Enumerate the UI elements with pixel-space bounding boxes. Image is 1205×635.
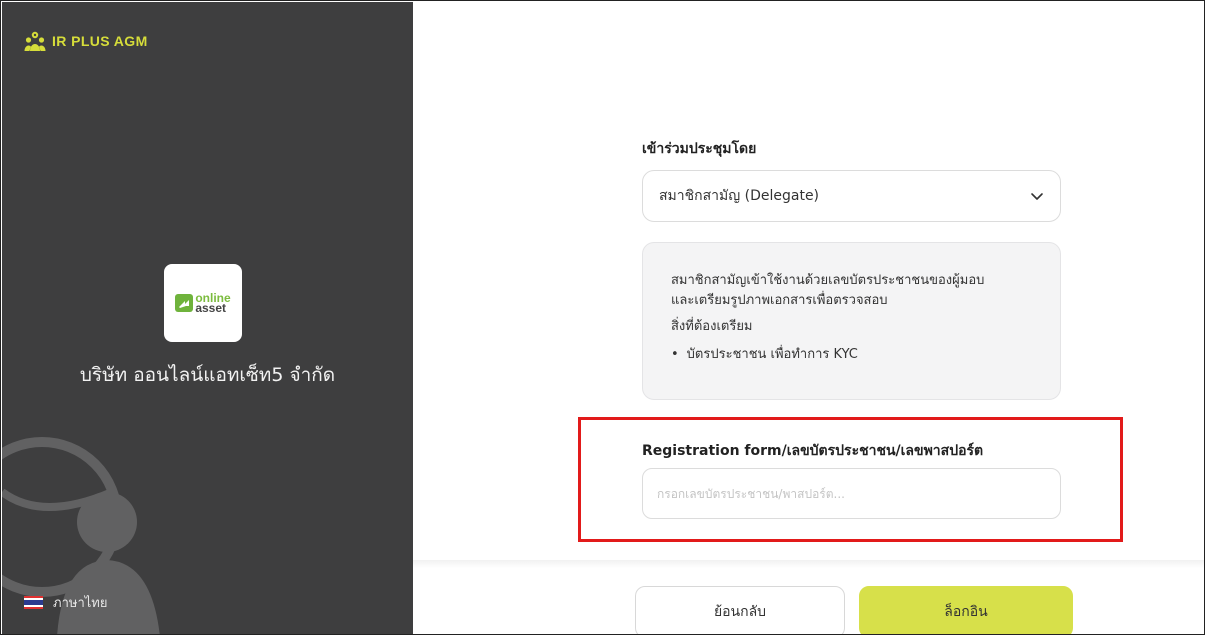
chevron-down-icon [1031,193,1043,200]
info-line-1: สมาชิกสามัญเข้าใช้งานด้วยเลขบัตรประชาชนข… [671,273,985,288]
language-switcher[interactable]: ภาษาไทย [24,592,107,613]
thai-flag-icon [24,595,43,610]
info-panel: สมาชิกสามัญเข้าใช้งานด้วยเลขบัตรประชาชนข… [642,242,1061,400]
info-bullet: • บัตรประชาชน เพื่อทำการ KYC [671,345,1032,365]
brand: IR PLUS AGM [24,30,148,52]
company-name: บริษัท ออนไลน์แอทเซ็ท5 จำกัด [79,364,336,386]
info-line-2: และเตรียมรูปภาพเอกสารเพื่อตรวจสอบ [671,293,888,308]
back-button[interactable]: ย้อนกลับ [635,586,845,634]
bullet-dot-icon: • [671,347,679,362]
attend-type-value: สมาชิกสามัญ (Delegate) [659,188,820,204]
login-button[interactable]: ล็อกอิน [859,586,1073,634]
logo-word-asset: asset [195,301,227,315]
main-panel: เข้าร่วมประชุมโดย สมาชิกสามัญ (Delegate)… [413,2,1204,634]
arrow-logo-icon [175,294,194,312]
info-bullet-text: บัตรประชาชน เพื่อทำการ KYC [686,347,858,362]
company-logo: online asset [164,264,242,342]
registration-label: Registration form/เลขบัตรประชาชน/เลขพาสป… [642,443,984,459]
people-group-icon [24,31,46,51]
attend-label: เข้าร่วมประชุมโดย [642,141,757,157]
info-line-3: สิ่งที่ต้องเตรียม [671,319,753,334]
brand-name: IR PLUS AGM [52,33,148,49]
language-label: ภาษาไทย [53,596,108,611]
registration-input[interactable] [642,468,1061,519]
sidebar: IR PLUS AGM online asset บริษัท ออนไลน์แ… [2,2,413,634]
footer-divider [413,560,1204,568]
attend-type-select[interactable]: สมาชิกสามัญ (Delegate) [642,170,1061,222]
app-window: IR PLUS AGM online asset บริษัท ออนไลน์แ… [0,0,1205,635]
